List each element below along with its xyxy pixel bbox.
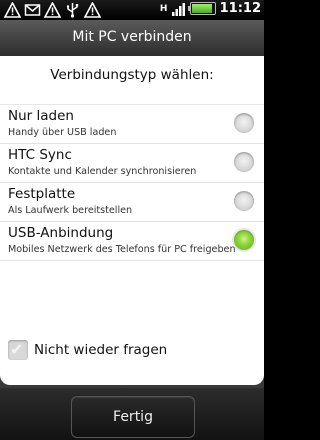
warning-icon [4,2,21,18]
dialog-title: Mit PC verbinden [0,20,264,56]
option-title: Festplatte [8,186,76,202]
notification-icons [4,2,101,18]
status-bar: H 11:12 [0,0,264,20]
connection-type-list: Nur laden Handy über USB laden HTC Sync … [0,104,264,261]
radio-button[interactable] [234,191,254,211]
signal-strength-icon [171,2,185,16]
option-title: USB-Anbindung [8,225,114,241]
dont-ask-label: Nicht wieder fragen [34,342,168,358]
option-subtitle: Kontakte und Kalender synchronisieren [8,166,197,177]
clock: 11:12 [219,1,261,16]
warning-icon [84,2,101,18]
option-disk-drive[interactable]: Festplatte Als Laufwerk bereitstellen [0,183,264,222]
option-subtitle: Als Laufwerk bereitstellen [8,205,133,216]
dont-ask-checkbox[interactable]: ✔ [8,340,28,360]
button-bar: Fertig [0,388,264,440]
dont-ask-again-option[interactable]: ✔ Nicht wieder fragen [8,340,167,360]
dialog-prompt: Verbindungstyp wählen: [50,67,214,83]
network-type-label: H [159,3,168,14]
done-button[interactable]: Fertig [71,396,195,438]
option-usb-tethering[interactable]: USB-Anbindung Mobiles Netzwerk des Telef… [0,222,264,261]
radio-button-selected[interactable] [234,230,254,250]
option-charge-only[interactable]: Nur laden Handy über USB laden [0,105,264,144]
radio-button[interactable] [234,152,254,172]
radio-button[interactable] [234,113,254,133]
warning-icon [44,2,61,18]
checkmark-icon: ✔ [10,340,24,359]
gmail-icon [24,4,41,16]
option-title: Nur laden [8,108,74,124]
option-title: HTC Sync [8,147,72,163]
option-subtitle: Mobiles Netzwerk des Telefons für PC fre… [8,244,236,255]
option-subtitle: Handy über USB laden [8,127,117,138]
usb-icon [66,3,79,18]
option-htc-sync[interactable]: HTC Sync Kontakte und Kalender synchroni… [0,144,264,183]
battery-icon [187,2,216,15]
connect-to-pc-dialog: Mit PC verbinden Verbindungstyp wählen: … [0,20,264,385]
